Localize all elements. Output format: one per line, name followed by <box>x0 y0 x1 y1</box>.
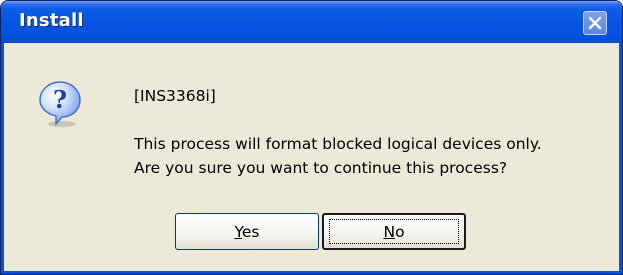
no-button-label: No <box>383 222 405 241</box>
window-title: Install <box>19 10 84 31</box>
message-line-2: Are you sure you want to continue this p… <box>134 159 508 177</box>
close-button[interactable] <box>583 11 607 35</box>
yes-button[interactable]: Yes <box>175 213 319 250</box>
question-icon: ? <box>39 81 81 127</box>
title-bar[interactable]: Install <box>1 1 622 43</box>
install-dialog: Install ? [INS3368i] This process will f… <box>0 0 623 275</box>
dialog-body: ? [INS3368i] This process will format bl… <box>1 43 622 274</box>
no-button[interactable]: No <box>322 213 466 250</box>
yes-button-label: Yes <box>234 222 260 241</box>
message-code: [INS3368i] <box>134 87 216 105</box>
close-icon <box>588 16 602 30</box>
svg-text:?: ? <box>53 85 67 114</box>
message-line-1: This process will format blocked logical… <box>134 135 542 153</box>
window-bottom-border <box>4 271 622 274</box>
